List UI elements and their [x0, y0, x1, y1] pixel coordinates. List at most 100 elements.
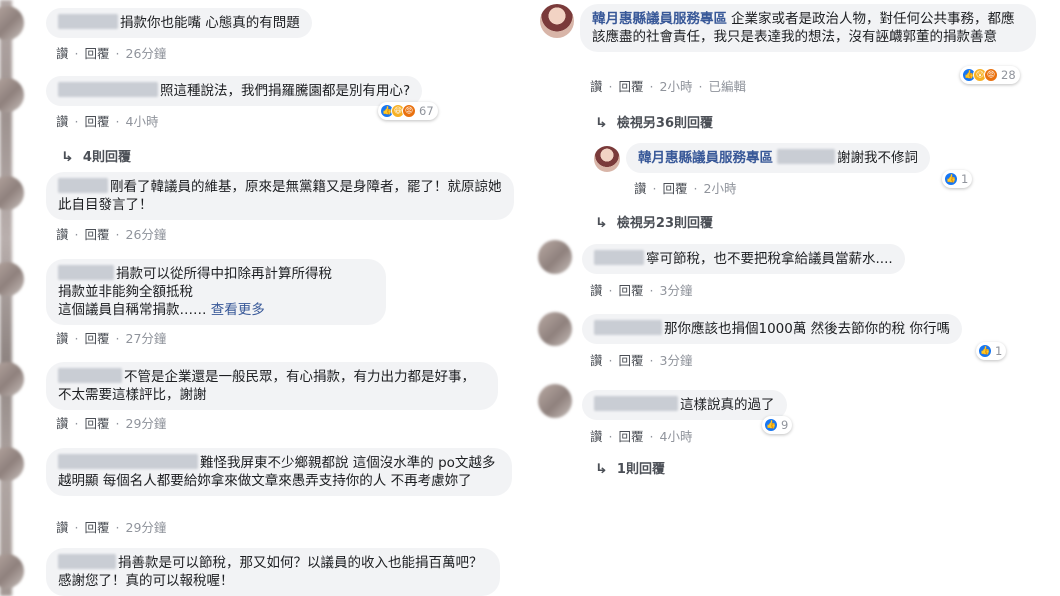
comment-text: 捐善款是可以節稅，那又如何？以議員的收入也能捐百萬吧？感謝您了！真的可以報稅喔！ — [58, 555, 483, 589]
comment-actions: 讚 · 回覆 · 4小時 — [590, 429, 693, 444]
reaction-count: 28 — [1001, 68, 1016, 82]
commenter-name-blurred[interactable] — [594, 320, 662, 335]
timestamp[interactable]: 27分鐘 — [126, 331, 167, 346]
reply-button[interactable]: 回覆 — [85, 520, 110, 535]
reply-arrow-icon: ↳ — [594, 116, 608, 131]
avatar[interactable] — [538, 312, 572, 346]
reaction-summary[interactable]: 👍 9 — [762, 416, 793, 434]
comment-bubble: 不管是企業還是一般民眾，有心捐款，有力出力都是好事，不太需要這樣評比，謝謝 — [46, 362, 498, 410]
timestamp[interactable]: 3分鐘 — [660, 353, 693, 368]
like-button[interactable]: 讚 — [56, 331, 69, 346]
commenter-name-blurred[interactable] — [58, 368, 122, 383]
page-name-link[interactable]: 韓月惠縣議員服務專區 — [638, 150, 773, 166]
tagged-name-blurred[interactable] — [777, 149, 835, 164]
edited-label[interactable]: 已編輯 — [708, 79, 746, 94]
like-button[interactable]: 讚 — [590, 429, 603, 444]
reply-button[interactable]: 回覆 — [619, 283, 644, 298]
avatar[interactable] — [0, 78, 24, 112]
comment-text: 寧可節稅，也不要把稅拿給議員當薪水.... — [646, 251, 893, 267]
timestamp[interactable]: 2小時 — [704, 181, 737, 196]
avatar[interactable] — [538, 384, 572, 418]
like-button[interactable]: 讚 — [56, 114, 69, 129]
timestamp[interactable]: 4小時 — [660, 429, 693, 444]
reaction-count: 1 — [961, 172, 969, 186]
reaction-count: 67 — [419, 104, 434, 118]
comment-bubble: 捐善款是可以節稅，那又如何？以議員的收入也能捐百萬吧？感謝您了！真的可以報稅喔！ — [46, 548, 500, 596]
reaction-summary[interactable]: 👍 1 — [976, 342, 1007, 360]
avatar[interactable] — [0, 176, 24, 210]
comment-actions: 讚 · 回覆 · 3分鐘 — [590, 283, 693, 298]
reaction-count: 1 — [995, 344, 1003, 358]
comment-bubble: 剛看了韓議員的維基，原來是無黨籍又是身障者，罷了！就原諒她此自目發言了！ — [46, 172, 514, 220]
comment-bubble: 難怪我屏東不少鄉親都說 這個沒水準的 po文越多 越明顯 每個名人都要給妳拿來做… — [46, 448, 512, 496]
avatar[interactable] — [538, 240, 572, 274]
comment-actions: 讚 · 回覆 · 2小時 — [634, 181, 737, 196]
timestamp[interactable]: 2小時 — [660, 79, 693, 94]
timestamp[interactable]: 4小時 — [126, 114, 159, 129]
reply-button[interactable]: 回覆 — [619, 353, 644, 368]
like-button[interactable]: 讚 — [590, 79, 603, 94]
reply-button[interactable]: 回覆 — [85, 416, 110, 431]
reply-button[interactable]: 回覆 — [663, 181, 688, 196]
commenter-name-blurred[interactable] — [594, 250, 644, 265]
reaction-summary[interactable]: 👍 😆 😡 67 — [378, 102, 438, 120]
commenter-name-blurred[interactable] — [58, 265, 114, 280]
comment-actions: 讚 · 回覆 · 29分鐘 — [56, 520, 167, 535]
view-replies-link[interactable]: ↳ 檢視另23則回覆 — [594, 212, 713, 231]
timestamp[interactable]: 29分鐘 — [126, 416, 167, 431]
commenter-name-blurred[interactable] — [594, 396, 678, 411]
see-more-link[interactable]: 查看更多 — [211, 302, 265, 318]
comment-actions: 讚 · 回覆 · 26分鐘 — [56, 46, 167, 61]
timestamp[interactable]: 29分鐘 — [126, 520, 167, 535]
page-name-link[interactable]: 韓月惠縣議員服務專區 — [592, 11, 727, 27]
commenter-name-blurred[interactable] — [58, 14, 118, 29]
like-button[interactable]: 讚 — [634, 181, 647, 196]
like-button[interactable]: 讚 — [56, 416, 69, 431]
comment-text: 這樣說真的過了 — [680, 397, 775, 413]
comment-text: 謝謝我不修詞 — [837, 150, 918, 166]
angry-reaction-icon: 😡 — [402, 104, 416, 118]
reply-button[interactable]: 回覆 — [619, 79, 644, 94]
comment-actions: 讚 · 回覆 · 4小時 — [56, 114, 159, 129]
avatar[interactable] — [0, 447, 24, 481]
like-button[interactable]: 讚 — [56, 46, 69, 61]
like-button[interactable]: 讚 — [590, 283, 603, 298]
view-replies-link[interactable]: ↳ 4則回覆 — [60, 146, 131, 165]
avatar[interactable] — [0, 554, 24, 588]
reply-button[interactable]: 回覆 — [619, 429, 644, 444]
avatar[interactable] — [0, 362, 24, 396]
reaction-count: 9 — [781, 418, 789, 432]
view-replies-link[interactable]: ↳ 檢視另36則回覆 — [594, 112, 713, 131]
commenter-name-blurred[interactable] — [58, 178, 108, 193]
like-reaction-icon: 👍 — [764, 418, 778, 432]
avatar[interactable] — [0, 262, 24, 296]
avatar[interactable] — [0, 6, 24, 40]
commenter-name-blurred[interactable] — [58, 82, 158, 97]
reply-button[interactable]: 回覆 — [85, 114, 110, 129]
comment-bubble: 捐款你也能嘴 心態真的有問題 — [46, 8, 312, 38]
page-avatar[interactable] — [594, 146, 620, 172]
comment-text-line: 這個議員自稱常捐款…… — [58, 302, 207, 318]
comment-bubble: 捐款可以從所得中扣除再計算所得稅 捐款並非能夠全額抵稅 這個議員自稱常捐款…… … — [46, 259, 386, 325]
comment-bubble: 這樣說真的過了 — [582, 390, 787, 420]
view-replies-link[interactable]: ↳ 1則回覆 — [595, 458, 665, 477]
commenter-name-blurred[interactable] — [58, 554, 116, 569]
reply-button[interactable]: 回覆 — [85, 46, 110, 61]
timestamp[interactable]: 26分鐘 — [126, 227, 167, 242]
reply-button[interactable]: 回覆 — [85, 227, 110, 242]
like-button[interactable]: 讚 — [56, 520, 69, 535]
right-comment-column: 韓月惠縣議員服務專區 企業家或者是政治人物，對任何公共事務，都應該應盡的社會責任，… — [530, 0, 1060, 596]
like-button[interactable]: 讚 — [56, 227, 69, 242]
timestamp[interactable]: 26分鐘 — [126, 46, 167, 61]
commenter-name-blurred[interactable] — [58, 454, 198, 469]
like-button[interactable]: 讚 — [590, 353, 603, 368]
reply-arrow-icon: ↳ — [594, 216, 608, 231]
comment-text-line: 捐款可以從所得中扣除再計算所得稅 — [116, 266, 332, 282]
comment-actions: 讚 · 回覆 · 2小時 · 已編輯 — [590, 79, 746, 94]
timestamp[interactable]: 3分鐘 — [660, 283, 693, 298]
page-avatar[interactable] — [540, 4, 574, 38]
reaction-summary[interactable]: 👍 😮 😡 28 — [960, 66, 1020, 84]
reply-arrow-icon: ↳ — [60, 150, 74, 165]
reply-button[interactable]: 回覆 — [85, 331, 110, 346]
reaction-summary[interactable]: 👍 1 — [942, 170, 973, 188]
